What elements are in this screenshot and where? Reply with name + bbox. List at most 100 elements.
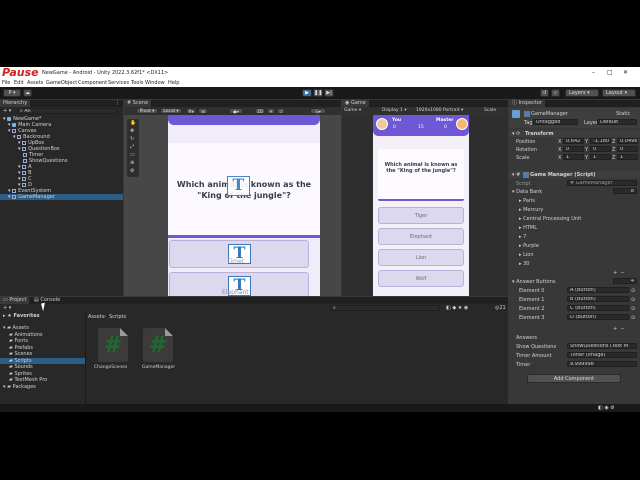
data-bank-item[interactable]: ▸ 7	[519, 234, 526, 240]
transform-header[interactable]: ▾ ⟳ Transform	[509, 130, 640, 137]
object-picker-icon[interactable]: ⊙	[631, 315, 635, 321]
active-checkbox[interactable]	[524, 111, 530, 117]
hierarchy-add-button[interactable]: + ▾	[3, 108, 11, 114]
answer-button-d[interactable]: Wolf	[378, 270, 464, 287]
history-icon[interactable]: ↺	[540, 89, 549, 97]
add-element-button[interactable]: + −	[613, 270, 625, 276]
tab-inspector[interactable]: ⓘ Inspector	[509, 100, 545, 107]
project-folder[interactable]: ▰ Sounds	[0, 364, 85, 370]
tag-dropdown[interactable]: Untagged	[533, 119, 578, 125]
2d-toggle[interactable]: 2D	[255, 108, 265, 114]
search-icon[interactable]: ⌕	[551, 89, 560, 97]
resolution-dropdown[interactable]: 1920x1080 Portrait ▾	[416, 108, 463, 113]
transform-tool-icon[interactable]: ⊕	[130, 160, 134, 166]
answer-button-b[interactable]: Elephant	[378, 228, 464, 245]
element-object-field[interactable]: D (Button)	[567, 314, 629, 320]
data-bank-item[interactable]: ▸ 30	[519, 261, 529, 267]
menu-window[interactable]: Window	[145, 80, 165, 86]
project-folder[interactable]: ▰ Scripts	[0, 357, 85, 364]
snap-icon[interactable]: ⊞	[198, 108, 208, 114]
audio-icon[interactable]: ♪	[277, 108, 285, 114]
add-answer-button[interactable]: + −	[613, 326, 625, 332]
transform-y-field[interactable]: -1.180	[590, 138, 611, 144]
answer-button-a[interactable]: Tiger	[378, 207, 464, 224]
layers-dropdown[interactable]: Layers ▾	[565, 89, 599, 97]
menu-tools[interactable]: Tools	[131, 80, 143, 86]
menu-services[interactable]: Services	[108, 80, 129, 86]
add-component-button[interactable]: Add Component	[527, 374, 621, 383]
transform-z-field[interactable]: 0	[617, 146, 638, 152]
object-picker-icon[interactable]: ⊙	[631, 297, 635, 303]
element-object-field[interactable]: A (Button)	[567, 287, 629, 293]
menu-assets[interactable]: Assets	[27, 80, 43, 86]
tab-hierarchy[interactable]: Hierarchy	[0, 100, 31, 107]
menu-component[interactable]: Component	[78, 80, 107, 86]
tab-project[interactable]: ▭ Project	[0, 297, 30, 304]
answer-button-c[interactable]: Lion	[378, 249, 464, 266]
transform-z-field[interactable]: 1	[617, 154, 638, 160]
static-toggle[interactable]: Static	[616, 111, 630, 117]
menu-help[interactable]: Help	[168, 80, 179, 86]
maximize-icon[interactable]: □	[607, 69, 613, 76]
game-display-dropdown[interactable]: Game ▾	[344, 108, 361, 113]
menu-edit[interactable]: Edit	[14, 80, 24, 86]
more-icon[interactable]: ⋮	[115, 100, 120, 106]
script-field-value[interactable]: 9.999998	[567, 361, 637, 367]
transform-x-field[interactable]: 0.642	[563, 138, 584, 144]
data-bank-item[interactable]: ▸ Paris	[519, 198, 535, 204]
custom-tool-icon[interactable]: ⚙	[130, 168, 134, 174]
grid-icon[interactable]: #▾	[186, 108, 196, 114]
data-bank-count[interactable]: 8	[613, 188, 637, 194]
file-changescenes[interactable]: ChangeScenes	[94, 365, 127, 370]
data-bank-item[interactable]: ▸ Central Processing Unit	[519, 216, 581, 222]
tab-console[interactable]: ▤ Console	[31, 297, 63, 304]
menu-gameobject[interactable]: GameObject	[46, 80, 77, 86]
object-picker-icon[interactable]: ⊙	[631, 288, 635, 294]
object-picker-icon[interactable]: ⊙	[631, 306, 635, 312]
project-search-input[interactable]: ⌕	[330, 305, 440, 311]
favorites-label[interactable]: ▸ ★ Favorites	[3, 313, 40, 319]
scale-tool-icon[interactable]: ⤢	[130, 144, 134, 150]
data-bank-item[interactable]: ▸ Purple	[519, 243, 539, 249]
project-folder[interactable]: ▰ Prefabs	[0, 345, 85, 351]
script-enabled-checkbox[interactable]	[523, 172, 529, 178]
transform-z-field[interactable]: 0.0496	[617, 138, 638, 144]
script-file-icon[interactable]: #	[98, 328, 128, 362]
script-file-icon[interactable]: #	[143, 328, 173, 362]
element-object-field[interactable]: C (Button)	[567, 305, 629, 311]
breadcrumb-scripts[interactable]: Scripts	[109, 314, 126, 320]
scale-slider-label[interactable]: Scale	[484, 108, 496, 113]
hierarchy-item[interactable]: ▾ GameManager	[0, 194, 123, 200]
minimize-icon[interactable]: –	[592, 69, 595, 76]
data-bank-item[interactable]: ▸ Lion	[519, 252, 534, 258]
answer-buttons-label[interactable]: ▾ Answer Buttons	[512, 279, 555, 285]
project-folder[interactable]: ▰ Sprites	[0, 371, 85, 377]
data-bank-item[interactable]: ▸ Mercury	[519, 207, 543, 213]
close-icon[interactable]: ✕	[623, 69, 628, 76]
answer-buttons-count[interactable]: 4	[613, 278, 637, 284]
data-bank-label[interactable]: ▾ Data Bank	[512, 189, 542, 195]
menu-file[interactable]: File	[2, 80, 10, 86]
breadcrumb-assets[interactable]: Assets	[88, 314, 104, 320]
script-field-value[interactable]: Timer (Image)	[567, 352, 637, 358]
project-folder[interactable]: ▰ Fonts	[0, 338, 85, 344]
transform-x-field[interactable]: 0	[563, 146, 584, 152]
project-folder[interactable]: ▾ ▰ Packages	[0, 384, 85, 390]
file-gamemanager[interactable]: GameManager	[142, 365, 175, 370]
layer-dropdown[interactable]: Default	[597, 119, 637, 125]
rotate-tool-icon[interactable]: ↻	[130, 136, 134, 142]
shading-icon[interactable]: ●▾	[229, 108, 243, 114]
hand-tool-icon[interactable]: ✋	[130, 120, 136, 126]
filter-icons[interactable]: ◧ ◆ ★ ◉	[446, 305, 468, 311]
move-tool-icon[interactable]: ✥	[130, 128, 134, 134]
project-folder[interactable]: ▰ TextMesh Pro	[0, 377, 85, 383]
script-header[interactable]: ▾ # Game Manager (Script)	[509, 171, 640, 178]
transform-y-field[interactable]: 0	[590, 146, 611, 152]
rect-tool-icon[interactable]: ▭	[130, 152, 135, 158]
display-number-dropdown[interactable]: Display 1 ▾	[382, 108, 407, 113]
project-folder[interactable]: ▾ ▰ Assets	[0, 325, 85, 331]
project-folder[interactable]: ▰ Scenes	[0, 351, 85, 357]
tab-scene[interactable]: # Scene	[124, 100, 152, 107]
script-field-value[interactable]: ShowQuestions (Text M	[567, 343, 637, 349]
data-bank-item[interactable]: ▸ HTML	[519, 225, 537, 231]
